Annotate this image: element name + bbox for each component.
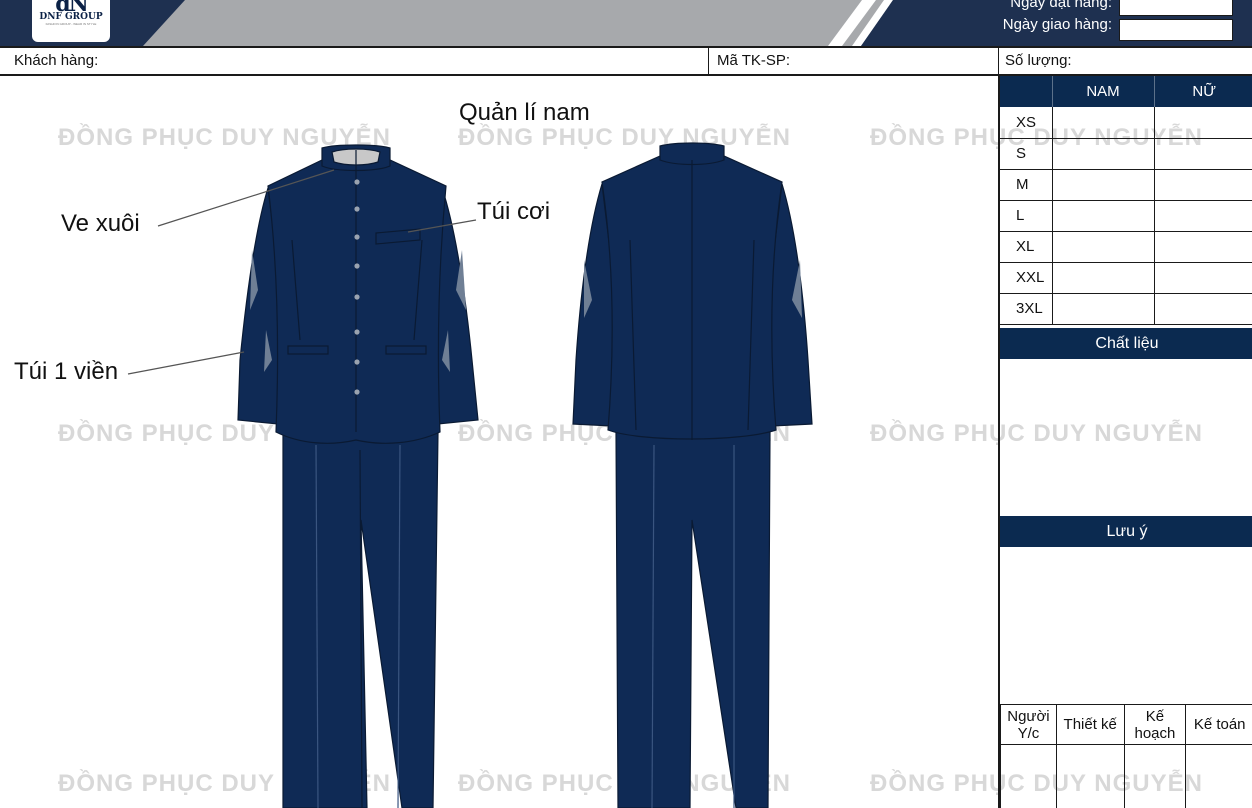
male-qty-cell[interactable] (1051, 138, 1154, 170)
female-qty-cell[interactable] (1153, 231, 1252, 263)
customer-field[interactable]: Khách hàng: (0, 48, 708, 74)
callout-side-pocket: Túi 1 viền (14, 358, 119, 385)
planner-signature[interactable] (1123, 744, 1187, 808)
size-row: S (1000, 138, 1252, 170)
size-label: M (1000, 169, 1052, 201)
order-info-row: Khách hàng: Mã TK-SP: Số lượng: (0, 46, 1252, 76)
female-qty-cell[interactable] (1153, 200, 1252, 232)
requester-label: Người Y/c (1000, 704, 1057, 745)
male-qty-cell[interactable] (1051, 107, 1154, 139)
garment-drawing-area: ĐỒNG PHỤC DUY NGUYỄN ĐỒNG PHỤC DUY NGUYỄ… (0, 78, 1202, 808)
female-qty-cell[interactable] (1153, 107, 1252, 139)
male-qty-cell[interactable] (1051, 262, 1154, 294)
logo-text: DNF GROUP (39, 12, 103, 22)
company-logo: dN DNF GROUP FASHION GROUP - WEAR IN STY… (32, 0, 110, 42)
female-qty-cell[interactable] (1153, 138, 1252, 170)
material-field[interactable] (1000, 359, 1252, 516)
male-qty-cell[interactable] (1051, 231, 1154, 263)
callout-chest-pocket: Túi cơi (477, 198, 551, 225)
female-qty-cell[interactable] (1153, 262, 1252, 294)
size-row: M (1000, 169, 1252, 201)
back-trousers (615, 431, 771, 808)
size-label: L (1000, 200, 1052, 232)
order-date-label: Ngày đặt hàng: (1010, 0, 1112, 11)
material-header: Chất liệu (1000, 328, 1252, 359)
accountant-signature[interactable] (1185, 744, 1252, 808)
front-jacket (237, 144, 479, 444)
size-col-header (1000, 76, 1052, 107)
notes-header: Lưu ý (1000, 516, 1252, 547)
logo-tagline: FASHION GROUP - WEAR IN STYLE (45, 22, 97, 26)
callout-collar: Ve xuôi (61, 210, 140, 237)
quantity-field[interactable]: Số lượng: (998, 48, 1252, 74)
size-row: L (1000, 200, 1252, 232)
drawing-title: Quản lí nam (459, 99, 590, 126)
size-row: XS (1000, 107, 1252, 139)
designer-label: Thiết kế (1055, 704, 1125, 745)
size-label: S (1000, 138, 1052, 170)
male-qty-cell[interactable] (1051, 200, 1154, 232)
size-label: XS (1000, 107, 1052, 139)
female-qty-cell[interactable] (1153, 169, 1252, 201)
notes-field[interactable] (1000, 547, 1252, 704)
designer-signature[interactable] (1055, 744, 1125, 808)
size-row: XL (1000, 231, 1252, 263)
design-code-field[interactable]: Mã TK-SP: (708, 48, 998, 74)
female-qty-cell[interactable] (1153, 293, 1252, 325)
design-code-label: Mã TK-SP: (717, 52, 791, 69)
order-date-field[interactable] (1119, 0, 1233, 16)
back-jacket (572, 142, 813, 440)
logo-mark: dN (55, 0, 89, 17)
delivery-date-label: Ngày giao hàng: (1002, 16, 1112, 33)
requester-signature[interactable] (1000, 744, 1057, 808)
signature-table: Người Y/c Thiết kế Kế hoạch Kế toán (1000, 704, 1252, 808)
size-label: XXL (1000, 262, 1052, 294)
planner-label: Kế hoạch (1123, 704, 1187, 745)
male-qty-cell[interactable] (1051, 169, 1154, 201)
header-band: dN DNF GROUP FASHION GROUP - WEAR IN STY… (0, 0, 1252, 46)
size-table: NAM NỮ XS S M L XL XXL 3XL (1000, 76, 1252, 325)
front-trousers (282, 431, 439, 808)
size-label: 3XL (1000, 293, 1052, 325)
customer-label: Khách hàng: (14, 52, 99, 69)
garment-illustration (127, 142, 813, 808)
male-qty-cell[interactable] (1051, 293, 1154, 325)
quantity-label: Số lượng: (1005, 52, 1072, 69)
female-col-header: NỮ (1153, 76, 1252, 107)
accountant-label: Kế toán (1185, 704, 1252, 745)
size-row: 3XL (1000, 293, 1252, 325)
order-panel: NAM NỮ XS S M L XL XXL 3XL Chất liệu Lưu… (998, 76, 1252, 808)
size-label: XL (1000, 231, 1052, 263)
size-row: XXL (1000, 262, 1252, 294)
delivery-date-field[interactable] (1119, 19, 1233, 41)
male-col-header: NAM (1051, 76, 1154, 107)
